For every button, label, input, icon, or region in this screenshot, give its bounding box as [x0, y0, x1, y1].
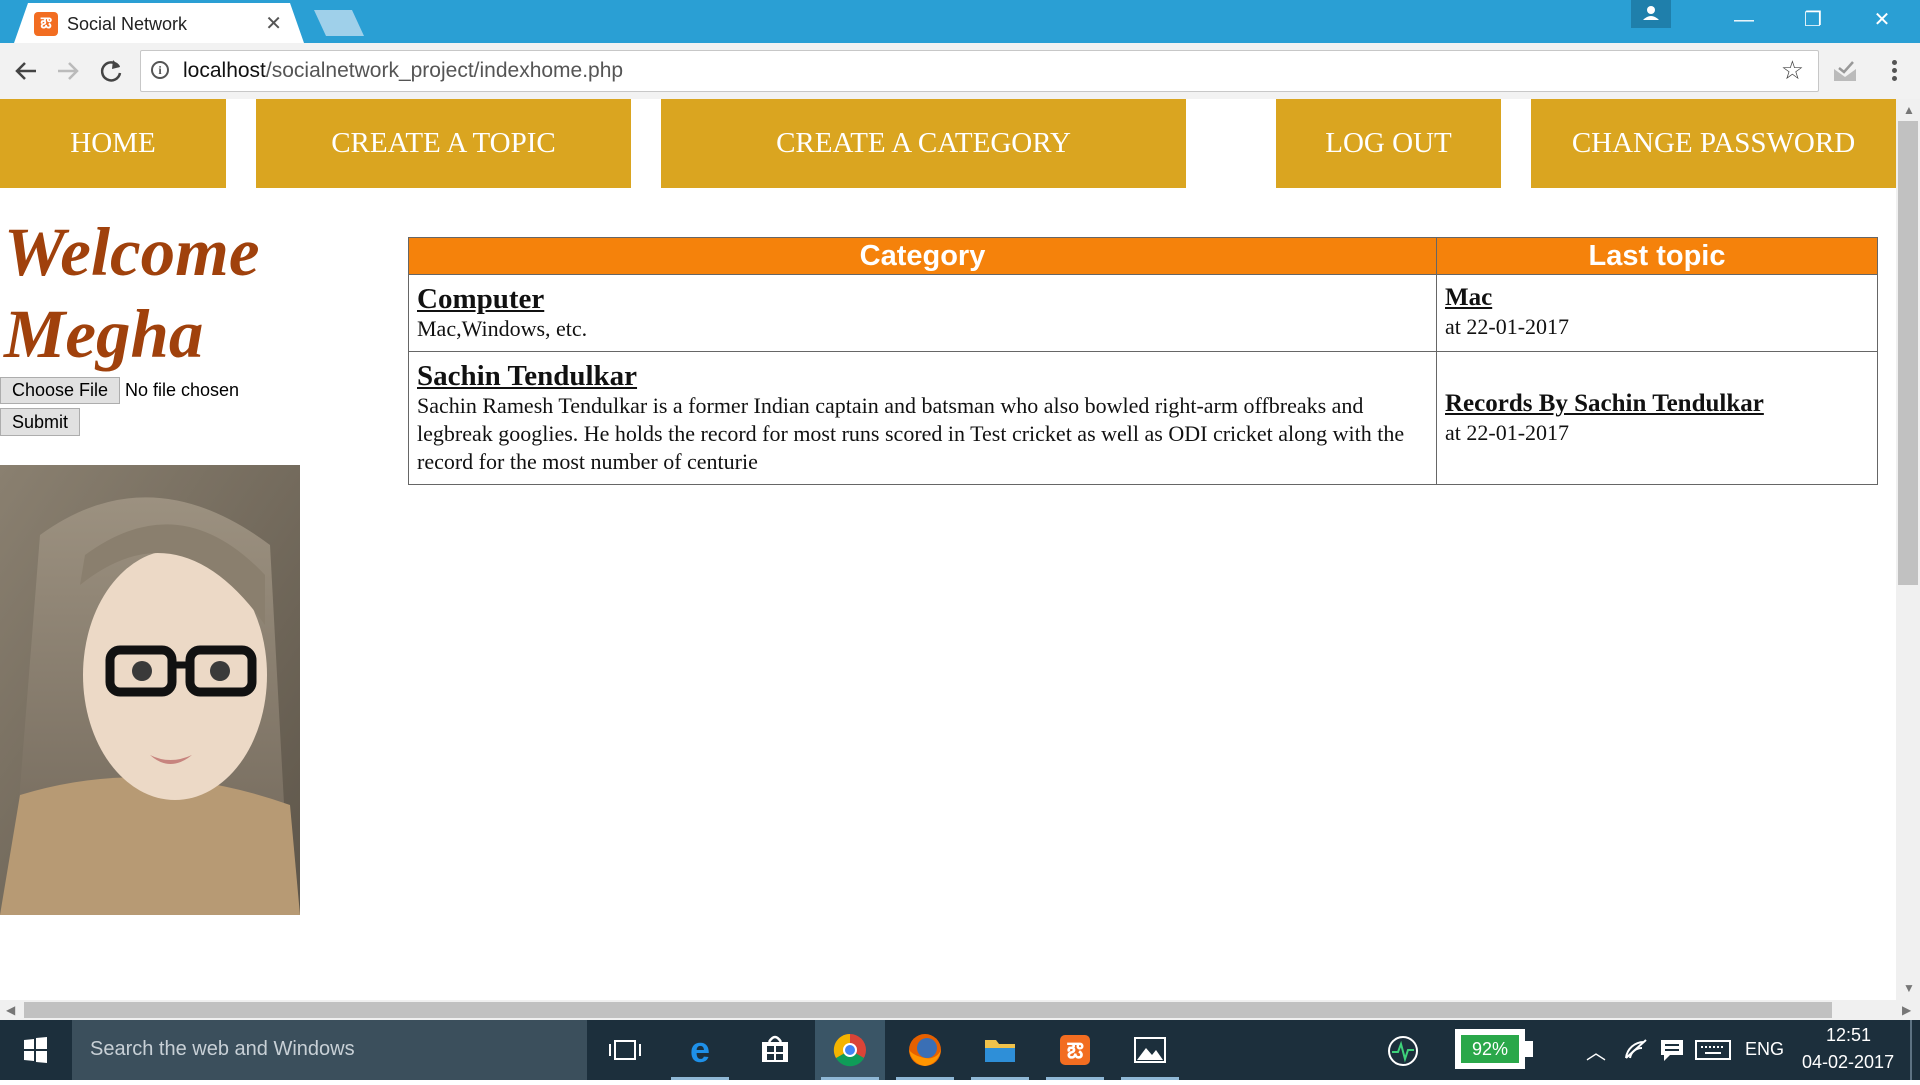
- welcome-user-name: Megha: [4, 296, 204, 372]
- page-viewport: HOME CREATE A TOPIC CREATE A CATEGORY LO…: [0, 99, 1896, 1000]
- last-topic-link[interactable]: Mac: [1445, 283, 1869, 313]
- taskbar-search-box[interactable]: Search the web and Windows: [72, 1020, 587, 1080]
- category-link[interactable]: Computer: [417, 283, 1428, 315]
- browser-toolbar: i localhost/socialnetwork_project/indexh…: [0, 43, 1920, 100]
- nav-home[interactable]: HOME: [0, 99, 226, 188]
- chrome-icon: [833, 1033, 866, 1067]
- chrome-menu-icon[interactable]: [1886, 57, 1902, 85]
- bookmark-star-icon[interactable]: ☆: [1781, 56, 1804, 84]
- nav-create-category[interactable]: CREATE A CATEGORY: [661, 99, 1186, 188]
- welcome-line-1: Welcome: [4, 214, 260, 290]
- svg-text:e: e: [690, 1029, 710, 1070]
- browser-titlebar: ఔ Social Network ✕ — ❐ ✕: [0, 0, 1920, 43]
- nav-logout[interactable]: LOG OUT: [1276, 99, 1501, 188]
- address-bar[interactable]: i localhost/socialnetwork_project/indexh…: [140, 50, 1819, 92]
- edge-browser-icon[interactable]: e: [665, 1020, 735, 1080]
- submit-button[interactable]: Submit: [0, 408, 80, 436]
- category-table: Category Last topic Computer Mac,Windows…: [408, 237, 1878, 485]
- table-row: Sachin Tendulkar Sachin Ramesh Tendulkar…: [408, 351, 1878, 485]
- task-view-icon[interactable]: [590, 1020, 660, 1080]
- xampp-icon: ఔ: [1060, 1035, 1090, 1065]
- url-path: /socialnetwork_project/indexhome.php: [265, 59, 624, 82]
- profile-icon[interactable]: [1631, 0, 1671, 28]
- browser-tab[interactable]: ఔ Social Network ✕: [14, 3, 304, 43]
- scroll-left-arrow-icon[interactable]: ◀: [6, 1003, 15, 1017]
- back-arrow-icon[interactable]: [12, 57, 40, 85]
- last-topic-date: at 22-01-2017: [1445, 420, 1570, 445]
- photos-icon: [1134, 1037, 1166, 1063]
- last-topic-cell: Mac at 22-01-2017: [1436, 274, 1878, 352]
- file-explorer-taskbar-button[interactable]: [965, 1020, 1035, 1080]
- xampp-taskbar-button[interactable]: ఔ: [1040, 1020, 1110, 1080]
- chrome-taskbar-button[interactable]: [815, 1020, 885, 1080]
- file-status-text: No file chosen: [125, 380, 240, 400]
- wifi-icon[interactable]: [1622, 1036, 1650, 1064]
- vertical-scroll-thumb[interactable]: [1898, 121, 1918, 585]
- horizontal-scrollbar[interactable]: ◀ ▶: [0, 1000, 1920, 1020]
- horizontal-scroll-thumb[interactable]: [24, 1002, 1832, 1018]
- table-row: Computer Mac,Windows, etc. Mac at 22-01-…: [408, 274, 1878, 352]
- taskbar-search-placeholder: Search the web and Windows: [90, 1038, 355, 1060]
- category-description: Sachin Ramesh Tendulkar is a former Indi…: [417, 393, 1405, 474]
- last-topic-cell: Records By Sachin Tendulkar at 22-01-201…: [1436, 351, 1878, 485]
- category-description: Mac,Windows, etc.: [417, 316, 588, 341]
- photos-taskbar-button[interactable]: [1115, 1020, 1185, 1080]
- minimize-button[interactable]: —: [1714, 0, 1774, 40]
- profile-picture: [0, 465, 300, 915]
- battery-percent: 92%: [1461, 1035, 1519, 1063]
- keyboard-icon[interactable]: [1695, 1038, 1731, 1062]
- category-link[interactable]: Sachin Tendulkar: [417, 360, 1428, 392]
- welcome-heading: Welcome Megha: [4, 211, 344, 375]
- firefox-icon: [909, 1034, 941, 1066]
- clock-date[interactable]: 04-02-2017: [1802, 1052, 1894, 1073]
- battery-nub: [1525, 1041, 1533, 1057]
- nav-change-password[interactable]: CHANGE PASSWORD: [1531, 99, 1896, 188]
- scroll-down-arrow-icon[interactable]: ▼: [1903, 981, 1915, 995]
- svg-text:ఔ: ఔ: [1067, 1038, 1084, 1063]
- category-cell: Computer Mac,Windows, etc.: [408, 274, 1437, 352]
- windows-start-icon[interactable]: [0, 1020, 70, 1080]
- last-topic-link[interactable]: Records By Sachin Tendulkar: [1445, 389, 1869, 419]
- last-topic-column-header: Last topic: [1436, 237, 1878, 275]
- info-icon[interactable]: i: [151, 61, 169, 79]
- url-text[interactable]: localhost/socialnetwork_project/indexhom…: [183, 59, 623, 83]
- vertical-scrollbar[interactable]: ▲ ▼: [1896, 99, 1920, 1000]
- clock-time[interactable]: 12:51: [1826, 1025, 1871, 1046]
- category-cell: Sachin Tendulkar Sachin Ramesh Tendulkar…: [408, 351, 1437, 485]
- tab-close-icon[interactable]: ✕: [265, 12, 282, 36]
- forward-arrow-icon[interactable]: [54, 57, 82, 85]
- url-host: localhost: [183, 59, 266, 82]
- action-center-icon[interactable]: [1658, 1036, 1686, 1064]
- extension-icon[interactable]: [1831, 57, 1859, 85]
- windows-taskbar: Search the web and Windows e ఔ 92% ︿ ENG…: [0, 1020, 1920, 1080]
- activity-monitor-icon[interactable]: [1386, 1034, 1420, 1068]
- battery-indicator[interactable]: 92%: [1455, 1029, 1533, 1069]
- reload-icon[interactable]: [97, 57, 125, 85]
- table-header-row: Category Last topic: [408, 237, 1878, 275]
- show-hidden-icons-icon[interactable]: ︿: [1586, 1036, 1606, 1065]
- scroll-right-arrow-icon[interactable]: ▶: [1902, 1003, 1911, 1017]
- show-desktop-button[interactable]: [1910, 1020, 1912, 1080]
- last-topic-date: at 22-01-2017: [1445, 314, 1570, 339]
- category-column-header: Category: [408, 237, 1437, 275]
- tab-title: Social Network: [67, 14, 188, 34]
- choose-file-button[interactable]: Choose File: [0, 377, 120, 404]
- firefox-taskbar-button[interactable]: [890, 1020, 960, 1080]
- folder-icon: [985, 1040, 1015, 1062]
- nav-create-topic[interactable]: CREATE A TOPIC: [256, 99, 631, 188]
- close-window-button[interactable]: ✕: [1852, 0, 1912, 40]
- language-indicator[interactable]: ENG: [1745, 1039, 1784, 1060]
- xampp-favicon-icon: ఔ: [34, 12, 58, 36]
- store-icon[interactable]: [740, 1020, 810, 1080]
- restore-button[interactable]: ❐: [1783, 0, 1843, 40]
- new-tab-button[interactable]: [314, 10, 364, 36]
- scroll-up-arrow-icon[interactable]: ▲: [1903, 103, 1915, 117]
